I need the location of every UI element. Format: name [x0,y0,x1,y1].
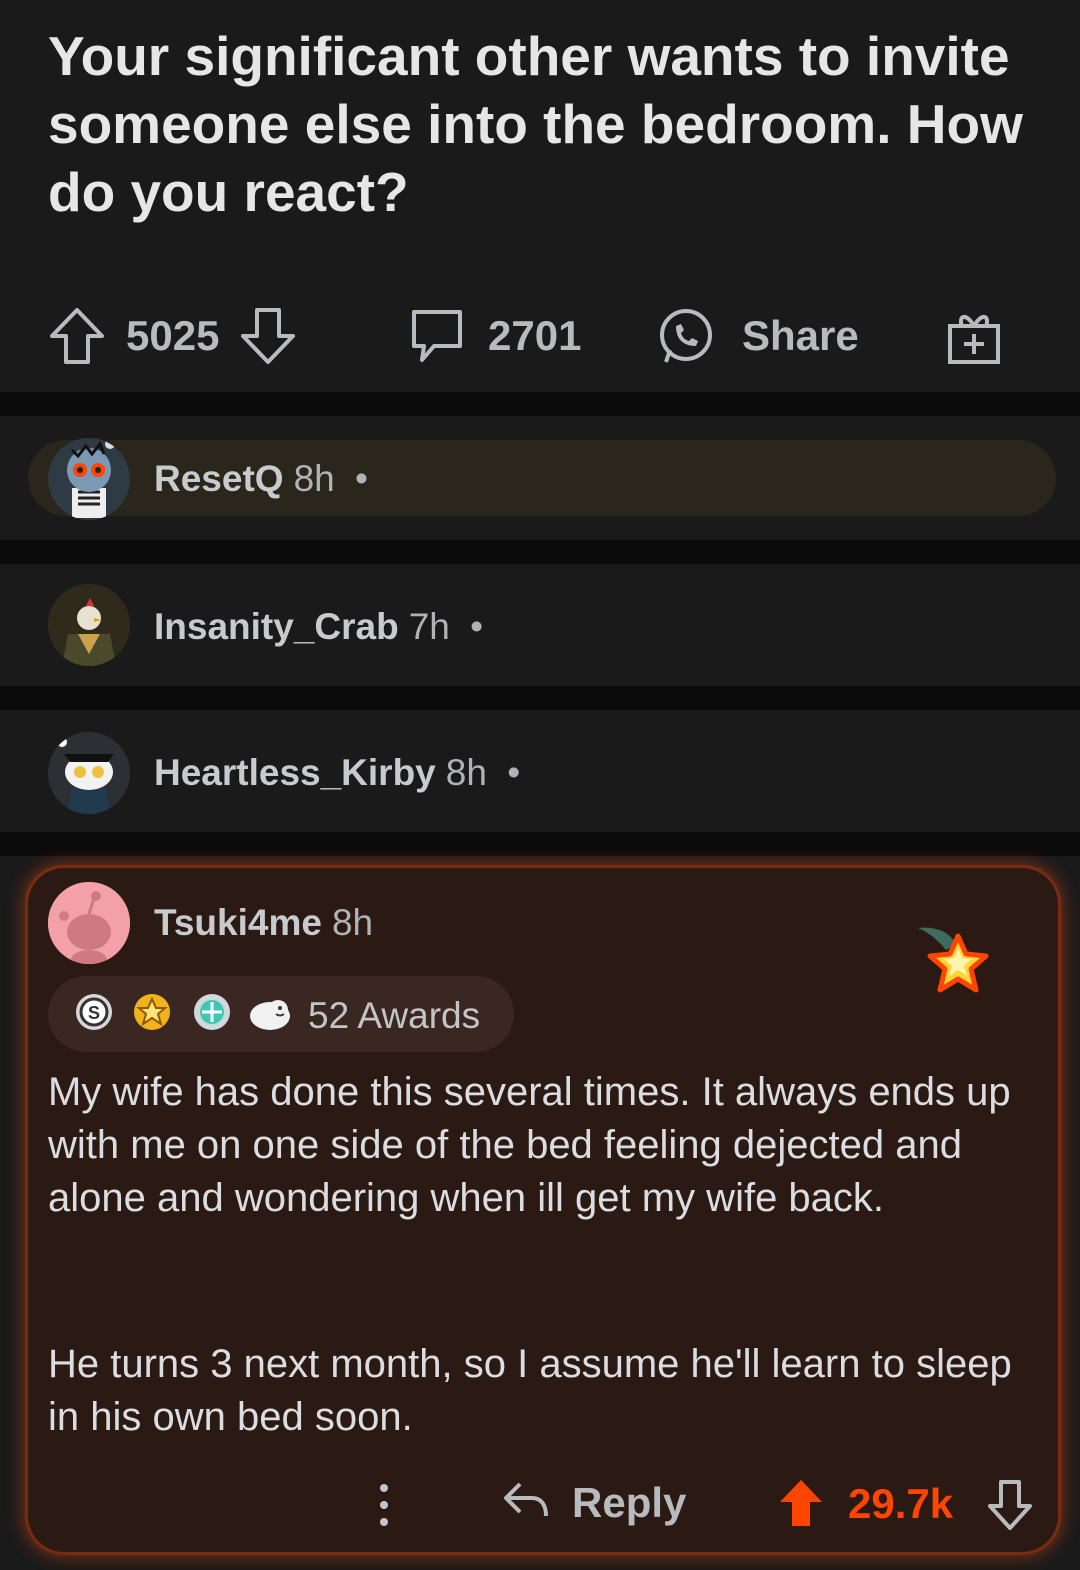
silver-award-icon: S [74,992,114,1032]
comment-count: 2701 [488,312,582,359]
timestamp: 8h [331,902,374,943]
avatar-heartless-kirby[interactable] [48,732,130,814]
post-vote-group: 5025 [48,306,297,366]
avatar-resetq[interactable] [48,438,130,520]
post-actions-bar: 5025 2701 Share [0,298,1080,378]
wholesome-seal-award-icon [248,992,294,1032]
reply-label: Reply [572,1478,687,1526]
post-upvote-count: 5025 [126,312,220,359]
award-button[interactable] [944,306,1004,366]
svg-text:S: S [88,1003,100,1023]
upvote-icon-active[interactable] [776,1476,826,1535]
timestamp: 8h [445,752,487,793]
downvote-icon[interactable] [986,1478,1034,1537]
username[interactable]: Heartless_Kirby [154,752,436,793]
timestamp: 7h [408,606,450,647]
username[interactable]: Insanity_Crab [154,606,399,647]
comments-button[interactable]: 2701 [408,306,581,366]
comment-body-paragraph-1: My wife has done this several times. It … [48,1070,1011,1220]
upvote-icon[interactable] [48,306,106,366]
gift-icon [944,306,1004,366]
avatar-tsuki4me[interactable] [48,882,130,964]
comment-body-paragraph-2: He turns 3 next month, so I assume he'll… [48,1342,1012,1439]
separator-dot: • [470,606,484,647]
comment-meta-insanity-crab: Insanity_Crab 7h • [154,606,483,648]
username[interactable]: Tsuki4me [154,902,322,943]
avatar-insanity-crab[interactable] [48,584,130,666]
timestamp: 8h [293,458,335,499]
post-card: Your significant other wants to invite s… [0,0,1080,392]
whatsapp-icon [654,306,718,366]
post-title: Your significant other wants to invite s… [48,25,1023,223]
downvote-icon[interactable] [239,306,297,366]
gold-star-award-icon [132,992,172,1032]
reply-icon [502,1478,550,1527]
awards-count: 52 Awards [308,995,481,1036]
comment-score: 29.7k [848,1480,954,1527]
username[interactable]: ResetQ [154,458,284,499]
share-label: Share [742,312,859,359]
comment-meta-tsuki4me: Tsuki4me 8h [154,902,373,944]
reply-button[interactable]: Reply [502,1478,686,1527]
star-badge-icon [916,924,992,999]
more-options-icon[interactable] [372,1480,396,1530]
share-button[interactable]: Share [654,306,859,366]
comment-meta-resetq: ResetQ 8h • [154,458,368,500]
separator-dot: • [507,752,521,793]
comment-icon [408,306,466,366]
comment-meta-heartless-kirby: Heartless_Kirby 8h • [154,752,520,794]
platinum-award-icon [192,992,232,1032]
separator-dot: • [355,458,368,499]
